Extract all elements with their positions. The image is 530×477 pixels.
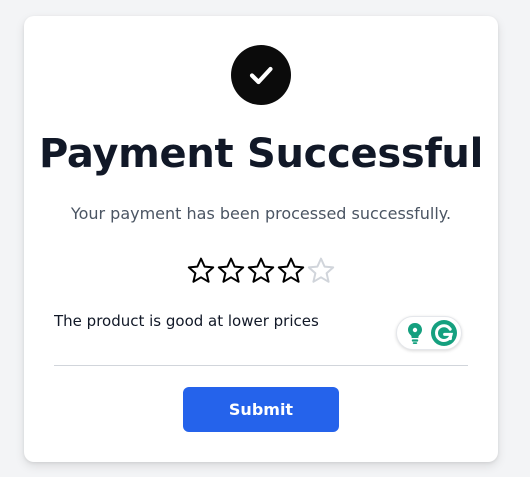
- star-filled-icon[interactable]: [246, 256, 276, 286]
- grammarly-widget[interactable]: [396, 316, 462, 350]
- page-title: Payment Successful: [38, 131, 484, 177]
- grammarly-g-icon[interactable]: [430, 320, 457, 346]
- check-circle-icon: [231, 45, 291, 105]
- lightbulb-icon[interactable]: [402, 320, 428, 346]
- star-filled-icon[interactable]: [276, 256, 306, 286]
- page-subtitle: Your payment has been processed successf…: [70, 204, 452, 223]
- star-empty-icon[interactable]: [306, 256, 336, 286]
- submit-button[interactable]: Submit: [183, 387, 339, 432]
- star-filled-icon[interactable]: [216, 256, 246, 286]
- payment-success-card: Payment Successful Your payment has been…: [24, 16, 498, 462]
- star-rating: [186, 256, 336, 286]
- star-filled-icon[interactable]: [186, 256, 216, 286]
